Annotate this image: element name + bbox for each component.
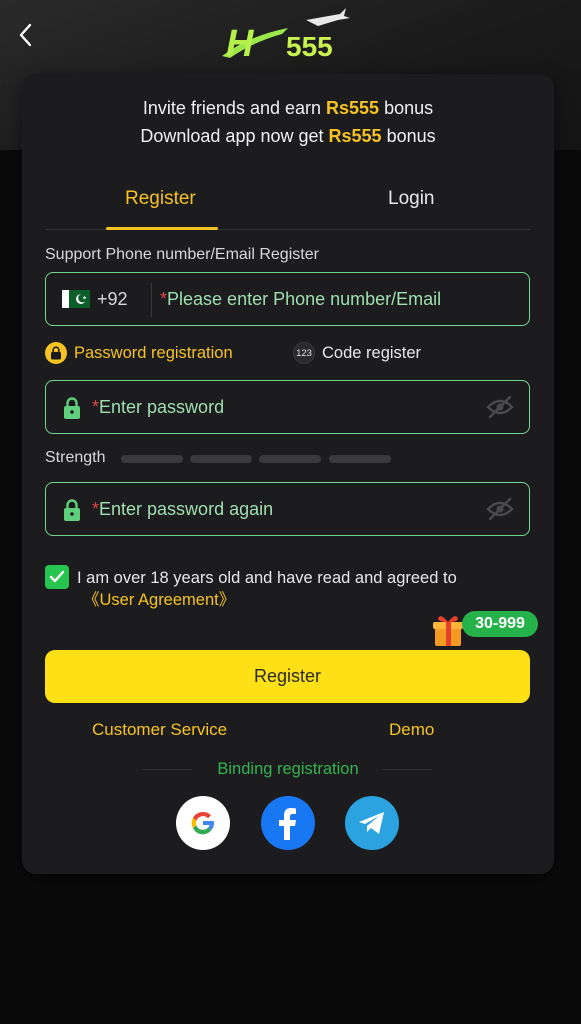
back-button[interactable]: [10, 18, 40, 52]
tab-register[interactable]: Register: [125, 188, 196, 210]
promo-line-2: Download app now get Rs555 bonus: [140, 126, 436, 146]
gift-box-icon: [433, 616, 463, 646]
country-code[interactable]: +92: [97, 289, 128, 310]
telegram-login-button[interactable]: [345, 796, 399, 850]
bonus-badge: 30-999: [462, 611, 538, 637]
strength-bar: [329, 455, 391, 463]
auth-tabs: Register Login: [45, 178, 531, 230]
eye-off-icon[interactable]: [485, 395, 515, 419]
svg-text:555: 555: [286, 31, 333, 62]
demo-link[interactable]: Demo: [389, 720, 434, 740]
promo-amount: Rs555: [326, 98, 380, 118]
phone-email-field[interactable]: +92 *Please enter Phone number/Email: [45, 272, 530, 326]
password-field[interactable]: *Enter password: [45, 380, 530, 434]
confirm-password-field[interactable]: *Enter password again: [45, 482, 530, 536]
google-icon: [191, 811, 214, 835]
active-tab-indicator: [106, 227, 218, 230]
telegram-icon: [359, 812, 384, 834]
code-register-option[interactable]: 123 Code register: [293, 342, 421, 364]
eye-off-icon[interactable]: [485, 497, 515, 521]
svg-text:H: H: [226, 23, 255, 65]
lock-badge-icon: [45, 342, 67, 364]
h555-logo: H 555: [218, 6, 353, 66]
promo-amount: Rs555: [328, 126, 382, 146]
lock-icon: [64, 397, 80, 419]
password-registration-option[interactable]: Password registration: [45, 342, 233, 364]
agree-checkbox[interactable]: [45, 565, 69, 589]
register-card: Invite friends and earn Rs555 bonus Down…: [22, 74, 554, 874]
numeric-code-icon: 123: [293, 342, 315, 364]
strength-label: Strength: [45, 449, 106, 466]
user-agreement-link[interactable]: 《User Agreement》: [83, 589, 457, 611]
support-label: Support Phone number/Email Register: [45, 246, 319, 263]
password-placeholder: *Enter password: [92, 397, 225, 417]
facebook-icon: [279, 808, 296, 840]
promo-line-1: Invite friends and earn Rs555 bonus: [142, 98, 434, 118]
checkmark-icon: [49, 570, 65, 583]
field-divider: [151, 283, 152, 317]
facebook-login-button[interactable]: [261, 796, 315, 850]
strength-bar: [121, 455, 183, 463]
confirm-password-placeholder: *Enter password again: [92, 499, 274, 519]
google-login-button[interactable]: [176, 796, 230, 850]
lock-icon: [64, 499, 80, 521]
customer-service-link[interactable]: Customer Service: [92, 720, 227, 740]
tab-login[interactable]: Login: [388, 188, 435, 210]
pakistan-flag-icon[interactable]: [62, 290, 90, 308]
agreement-text: I am over 18 years old and have read and…: [77, 569, 457, 611]
strength-bar: [259, 455, 321, 463]
phone-email-placeholder: *Please enter Phone number/Email: [160, 289, 442, 309]
strength-bar: [190, 455, 252, 463]
register-button[interactable]: Register: [45, 650, 530, 703]
binding-registration-label: Binding registration: [217, 760, 359, 778]
chevron-left-icon: [19, 23, 32, 47]
